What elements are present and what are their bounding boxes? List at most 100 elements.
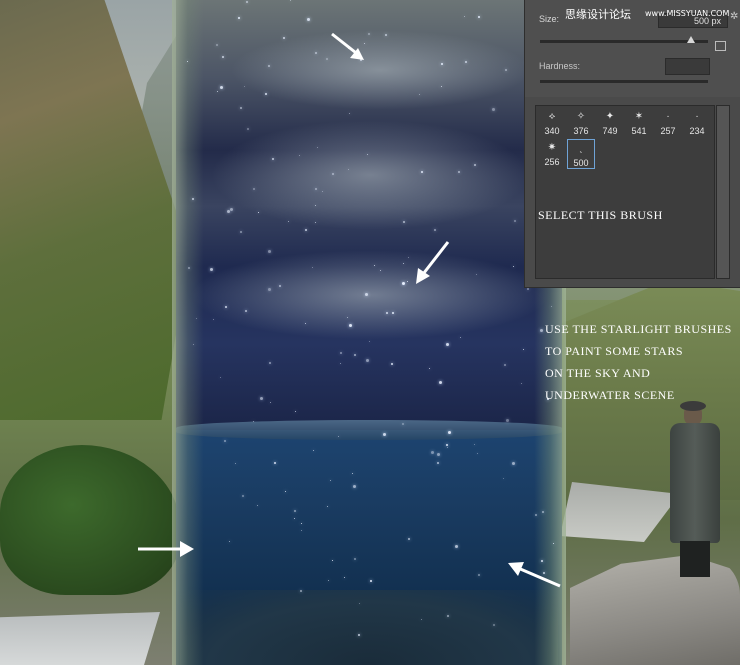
brush-tip-icon: · (695, 111, 699, 122)
star (439, 380, 443, 384)
star (282, 36, 285, 39)
star (294, 410, 296, 412)
size-slider[interactable] (540, 40, 708, 43)
star (553, 542, 555, 544)
star (454, 544, 458, 548)
brush-tip-icon: ⟡ (548, 111, 556, 122)
star (279, 284, 282, 287)
star (339, 362, 341, 364)
star (403, 262, 405, 264)
star (237, 16, 240, 19)
old-man-figure (668, 401, 728, 580)
star (373, 264, 375, 266)
paint-line-1: USE THE STARLIGHT BRUSHES (545, 322, 732, 336)
brush-tip-icon: ˎ (579, 143, 583, 154)
star (512, 266, 514, 268)
brush-preset-234[interactable]: · 234 (683, 108, 711, 138)
brush-tip-icon: ✷ (547, 142, 557, 153)
brush-preset-376[interactable]: ✧ 376 (567, 108, 595, 138)
brush-preset-panel: 思缘设计论坛 Size: 500 px www.MISSYUAN.COM ✲ H… (524, 0, 740, 288)
brush-size-label: 376 (573, 126, 589, 136)
brush-size-label: 234 (689, 126, 705, 136)
size-label: Size: (539, 14, 560, 24)
star (271, 157, 274, 160)
star (347, 168, 349, 170)
star (253, 420, 255, 422)
brush-preset-grid: ⟡ 340 ✧ 376 ✦ 749 ✶ 541 · 257 · 234 ✷ 256 ˎ 500 (535, 105, 715, 279)
brush-preset-257[interactable]: · 257 (654, 108, 682, 138)
gear-icon[interactable]: ✲ (730, 11, 738, 22)
star (223, 439, 226, 442)
brush-preset-541[interactable]: ✶ 541 (625, 108, 653, 138)
star (245, 0, 248, 3)
hardness-input[interactable] (665, 58, 710, 75)
star (420, 619, 422, 621)
star (437, 452, 441, 456)
star (314, 187, 317, 190)
star (240, 230, 243, 233)
star (290, 0, 291, 2)
paint-line-4: UNDERWATER SCENE (545, 388, 675, 402)
brush-preset-256[interactable]: ✷ 256 (538, 139, 566, 169)
size-slider-thumb[interactable] (687, 36, 696, 43)
star (401, 422, 404, 425)
star (474, 163, 477, 166)
star (357, 633, 360, 636)
brush-size-label: 340 (544, 126, 560, 136)
brush-grid-scrollbar[interactable] (716, 105, 730, 279)
arrow-left-water (138, 541, 194, 557)
star (267, 249, 271, 253)
brush-size-label: 541 (631, 126, 647, 136)
star (446, 446, 448, 448)
brush-size-label: 749 (602, 126, 618, 136)
star (300, 522, 302, 524)
star (337, 435, 339, 437)
watermark-url: www.MISSYUAN.COM (645, 9, 730, 18)
star (527, 287, 530, 290)
star (419, 93, 421, 95)
brush-preset-340[interactable]: ⟡ 340 (538, 108, 566, 138)
star (390, 362, 393, 365)
star (326, 506, 328, 508)
brush-tip-icon: ✧ (576, 111, 586, 122)
star (369, 580, 372, 583)
hardness-slider[interactable] (540, 80, 708, 83)
hardness-label: Hardness: (539, 61, 581, 71)
star (511, 461, 515, 465)
star (550, 305, 552, 307)
star (226, 210, 230, 213)
arrow-mid-sky (416, 241, 450, 284)
brush-tip-icon: ✶ (634, 111, 644, 122)
brush-preset-749[interactable]: ✦ 749 (596, 108, 624, 138)
star (352, 484, 356, 488)
star (353, 354, 356, 357)
new-preset-icon[interactable] (715, 41, 726, 51)
star (268, 361, 271, 364)
watermark-text: 思缘设计论坛 (565, 8, 631, 21)
man-legs (680, 541, 710, 577)
star (441, 62, 444, 65)
star (270, 401, 272, 403)
paint-instructions: USE THE STARLIGHT BRUSHES TO PAINT SOME … (545, 318, 732, 406)
star (408, 537, 411, 540)
brush-preset-500[interactable]: ˎ 500 (567, 139, 595, 169)
star (493, 623, 496, 626)
star (267, 64, 270, 67)
man-coat (670, 423, 720, 543)
star (477, 15, 480, 18)
brush-size-label: 256 (544, 157, 560, 167)
star (304, 228, 307, 231)
brush-tip-icon: · (666, 111, 670, 122)
star (433, 228, 436, 231)
star (440, 85, 442, 87)
star (215, 43, 218, 46)
star (192, 343, 194, 345)
star (327, 579, 329, 581)
select-brush-caption: SELECT THIS BRUSH (538, 208, 663, 222)
star (473, 443, 475, 445)
paint-line-2: TO PAINT SOME STARS (545, 344, 684, 358)
star (384, 33, 387, 36)
star (256, 504, 258, 506)
star (446, 443, 449, 446)
star (187, 266, 190, 269)
